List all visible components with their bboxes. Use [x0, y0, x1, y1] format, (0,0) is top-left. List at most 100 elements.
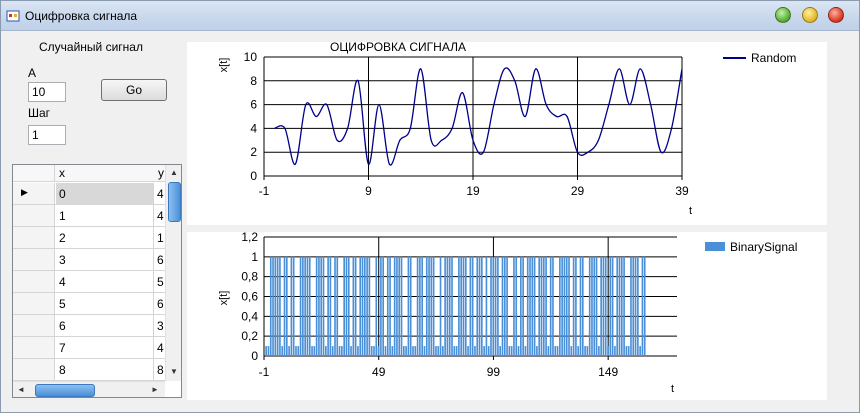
bar — [386, 256, 389, 356]
data-point — [587, 151, 589, 153]
data-point — [639, 68, 641, 70]
title-bar[interactable]: Оцифровка сигнала — [1, 1, 859, 31]
go-button[interactable]: Go — [101, 79, 167, 101]
bar — [281, 346, 284, 356]
bar — [643, 256, 646, 356]
bar — [623, 256, 625, 356]
maximize-button[interactable] — [802, 7, 818, 23]
data-point — [326, 104, 328, 106]
step-input[interactable] — [28, 125, 66, 145]
bar — [508, 346, 511, 356]
bar — [373, 346, 375, 356]
cell-x[interactable]: 0 — [56, 183, 154, 204]
horizontal-scrollbar[interactable]: ◄ ► — [13, 381, 165, 397]
table-row[interactable]: 36 — [13, 249, 165, 271]
cell-x[interactable]: 7 — [56, 337, 154, 358]
y-tick-label: 0 — [251, 349, 258, 363]
bar — [423, 346, 426, 356]
bar — [531, 256, 534, 356]
legend-label: Random — [751, 51, 796, 65]
bar — [494, 256, 497, 356]
bar — [375, 256, 378, 356]
cell-x[interactable]: 4 — [56, 271, 154, 292]
row-header[interactable] — [13, 337, 55, 358]
bar — [616, 256, 619, 356]
table-row[interactable]: 74 — [13, 337, 165, 359]
data-point — [629, 104, 631, 106]
bar — [276, 256, 279, 356]
bar — [625, 346, 628, 356]
x-tick-label: 99 — [487, 365, 501, 379]
column-header-y[interactable]: y — [158, 166, 164, 180]
horizontal-scroll-thumb[interactable] — [35, 384, 95, 397]
row-header[interactable] — [13, 249, 55, 270]
bar — [389, 256, 391, 356]
row-header[interactable] — [13, 315, 55, 336]
bar — [336, 256, 339, 356]
row-header[interactable] — [13, 271, 55, 292]
cell-x[interactable]: 5 — [56, 293, 154, 314]
bar — [524, 346, 527, 356]
row-header[interactable] — [13, 227, 55, 248]
cell-x[interactable]: 6 — [56, 315, 154, 336]
table-row[interactable]: 88 — [13, 359, 165, 381]
window-title: Оцифровка сигнала — [25, 9, 138, 23]
table-row[interactable]: 21 — [13, 227, 165, 249]
bar — [425, 256, 428, 356]
x-tick-label: 29 — [571, 184, 585, 198]
scroll-down-icon[interactable]: ▼ — [170, 367, 178, 376]
close-button[interactable] — [828, 7, 844, 23]
signal-chart-svg: ОЦИФРОВКА СИГНАЛА 0 2 4 6 8 10 -1 9 19 29 39t x[t] Ra… — [218, 40, 796, 217]
table-row[interactable]: 56 — [13, 293, 165, 315]
bar — [588, 256, 591, 356]
table-row[interactable]: 45 — [13, 271, 165, 293]
bar — [380, 256, 382, 356]
bar — [591, 256, 593, 356]
y-tick-label: 4 — [250, 121, 257, 135]
bar — [377, 346, 380, 356]
minimize-button[interactable] — [775, 7, 791, 23]
scroll-up-icon[interactable]: ▲ — [170, 168, 178, 177]
scroll-right-icon[interactable]: ► — [151, 385, 159, 394]
row-header[interactable] — [13, 205, 55, 226]
bar — [464, 256, 467, 356]
table-row[interactable]: 14 — [13, 205, 165, 227]
data-point — [566, 115, 568, 118]
a-label: A — [28, 66, 37, 80]
app-window: Оцифровка сигнала Случайный сигнал A Go … — [0, 0, 860, 413]
row-header[interactable] — [13, 359, 55, 380]
data-point — [347, 127, 349, 129]
bar — [639, 346, 641, 356]
table-row[interactable]: 63 — [13, 315, 165, 337]
bar — [285, 256, 288, 356]
bar — [565, 256, 568, 356]
data-point — [294, 163, 296, 165]
data-grid[interactable]: x y ▶ 0 4 1 4 2 1 3 6 4 5 5 6 6 3 7 4 8 8 ▲ ▼ ◄ ► — [12, 164, 182, 398]
bar — [577, 346, 580, 356]
series-line-random — [274, 67, 683, 166]
bar — [471, 256, 474, 356]
bar — [350, 346, 352, 356]
row-header[interactable]: ▶ — [13, 183, 55, 204]
vertical-scrollbar[interactable]: ▲ ▼ — [165, 165, 181, 381]
bar — [272, 256, 274, 356]
cell-x[interactable]: 1 — [56, 205, 154, 226]
scroll-left-icon[interactable]: ◄ — [17, 385, 25, 394]
cell-x[interactable]: 8 — [56, 359, 154, 380]
x-tick-label: -1 — [259, 184, 270, 198]
bar — [487, 346, 490, 356]
x-tick-label: 19 — [466, 184, 480, 198]
x-tick-label: -1 — [259, 365, 270, 379]
a-input[interactable] — [28, 82, 66, 102]
table-row[interactable]: ▶ 0 4 — [13, 183, 165, 205]
row-header[interactable] — [13, 293, 55, 314]
bar — [469, 256, 472, 356]
bar — [416, 256, 419, 356]
vertical-scroll-thumb[interactable] — [168, 182, 181, 222]
column-header-x[interactable]: x — [59, 166, 65, 180]
data-point — [493, 104, 495, 106]
bar — [274, 256, 277, 356]
cell-x[interactable]: 2 — [56, 227, 154, 248]
bar — [540, 256, 543, 356]
cell-x[interactable]: 3 — [56, 249, 154, 270]
